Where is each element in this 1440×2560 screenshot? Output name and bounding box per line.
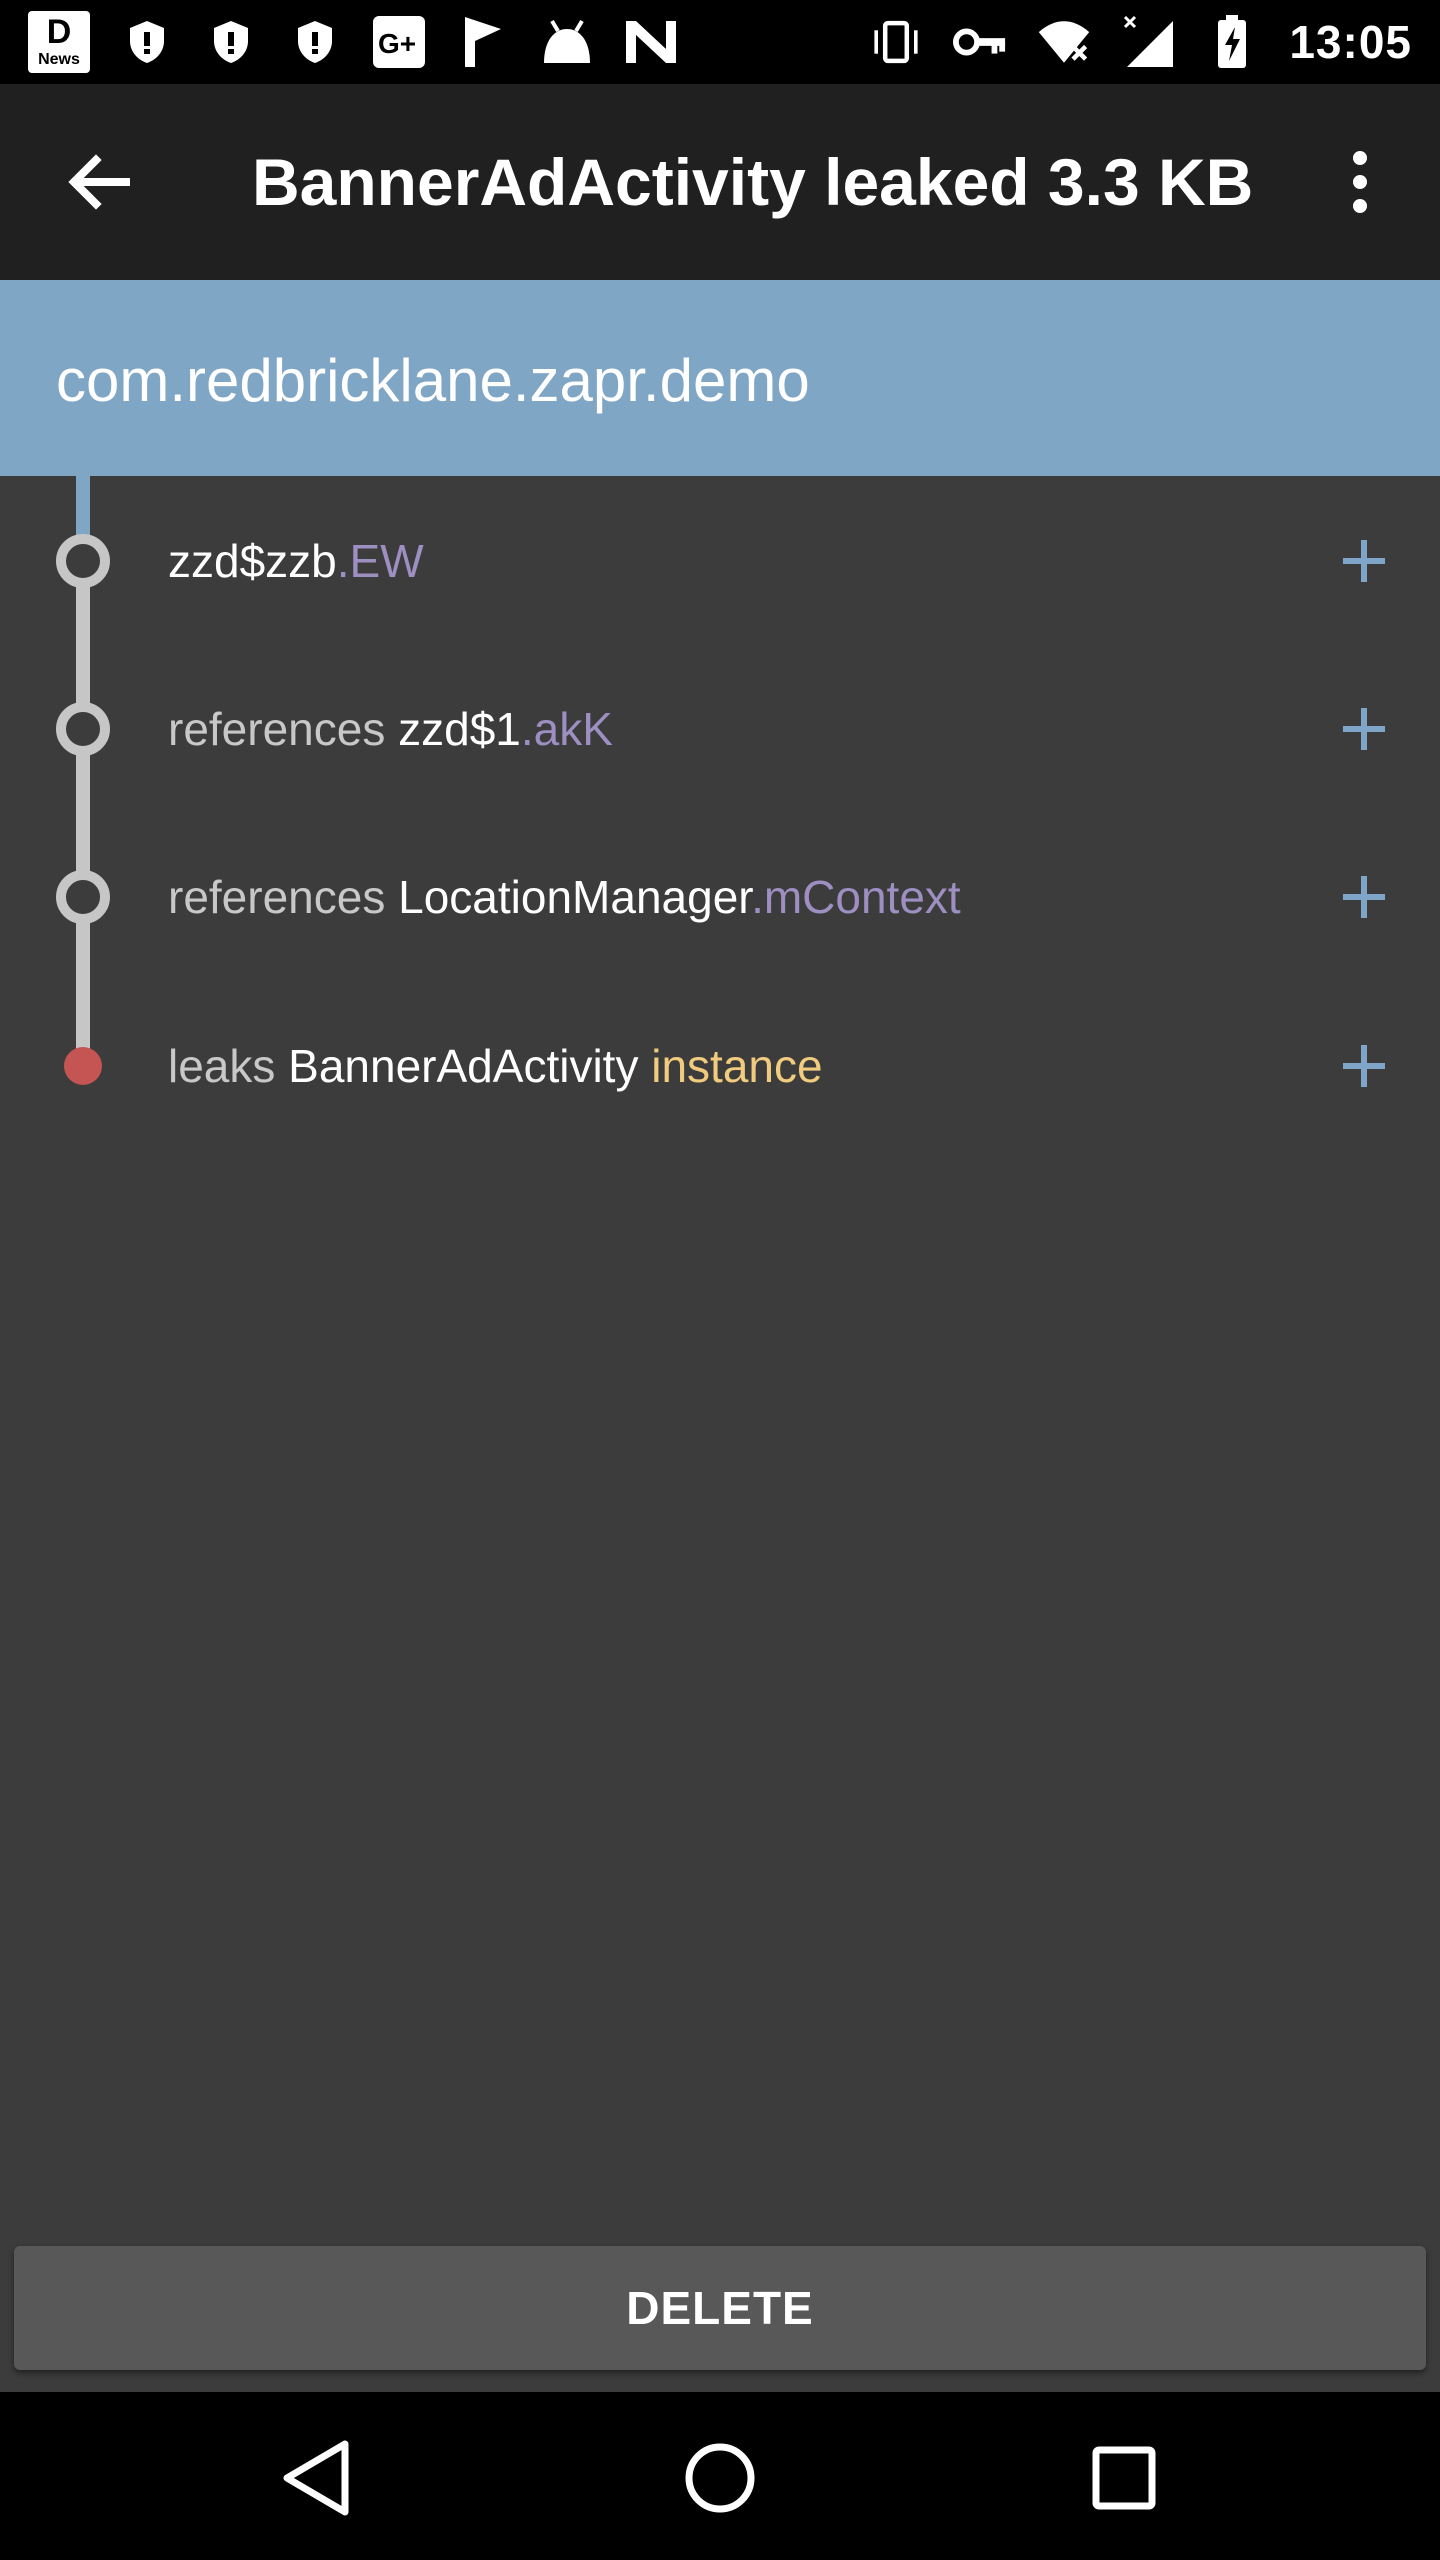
- svg-text:G+: G+: [378, 28, 416, 59]
- row-prefix: leaks: [168, 1040, 289, 1092]
- page-title: BannerAdActivity leaked 3.3 KB: [252, 145, 1254, 219]
- overflow-menu-button[interactable]: [1330, 142, 1390, 222]
- nav-home-button[interactable]: [670, 2428, 770, 2528]
- row-class: BannerAdActivity: [288, 1040, 639, 1092]
- delete-button[interactable]: DELETE: [14, 2246, 1426, 2370]
- plus-icon: [1343, 540, 1385, 582]
- nav-back-icon: [283, 2440, 349, 2516]
- leak-detail-screen: D News G+ 13:05 BannerAdActivity leaked …: [0, 0, 1440, 2560]
- system-status-icons: 13:05: [869, 15, 1412, 69]
- vibrate-icon: [869, 15, 923, 69]
- expand-button[interactable]: [1336, 1038, 1392, 1094]
- leak-trace-list: zzd$zzb.EW references zzd$1.akK referenc…: [0, 476, 1440, 1116]
- expand-button[interactable]: [1336, 869, 1392, 925]
- status-bar: D News G+ 13:05: [0, 0, 1440, 84]
- google-plus-icon: G+: [372, 15, 426, 69]
- row-class: zzd$zzb: [168, 535, 337, 587]
- row-field: .EW: [336, 535, 424, 587]
- app-toolbar: BannerAdActivity leaked 3.3 KB: [0, 84, 1440, 280]
- news-icon: D News: [28, 11, 90, 73]
- navigation-bar: [0, 2392, 1440, 2560]
- notification-icons: D News G+: [28, 11, 678, 73]
- trace-row-4[interactable]: leaks BannerAdActivity instance: [168, 1026, 1268, 1106]
- back-button[interactable]: [58, 142, 138, 222]
- trace-node-icon: [56, 534, 110, 588]
- trace-rail: [76, 560, 90, 1060]
- more-vert-icon: [1353, 151, 1367, 213]
- flag-icon: [456, 15, 510, 69]
- plus-icon: [1343, 708, 1385, 750]
- plus-icon: [1343, 1045, 1385, 1087]
- nav-back-button[interactable]: [266, 2428, 366, 2528]
- expand-button[interactable]: [1336, 533, 1392, 589]
- nav-recents-icon: [1092, 2446, 1156, 2510]
- trace-row-1[interactable]: zzd$zzb.EW: [168, 521, 1268, 601]
- wifi-icon: [1037, 15, 1091, 69]
- trace-row-3[interactable]: references LocationManager.mContext: [168, 857, 1268, 937]
- row-class: zzd$1: [398, 703, 521, 755]
- shield-icon: [288, 15, 342, 69]
- android-icon: [540, 15, 594, 69]
- row-class: LocationManager: [398, 871, 752, 923]
- clock: 13:05: [1289, 16, 1412, 68]
- signal-icon: [1121, 15, 1175, 69]
- n-icon: [624, 15, 678, 69]
- plus-icon: [1343, 876, 1385, 918]
- row-suffix: instance: [638, 1040, 823, 1092]
- nav-recents-button[interactable]: [1074, 2428, 1174, 2528]
- trace-node-icon: [56, 702, 110, 756]
- row-prefix: references: [168, 871, 399, 923]
- shield-icon: [204, 15, 258, 69]
- battery-charging-icon: [1205, 15, 1259, 69]
- row-field: .akK: [520, 703, 613, 755]
- delete-button-label: DELETE: [626, 2282, 814, 2334]
- row-field: .mContext: [751, 871, 961, 923]
- leak-node-icon: [64, 1047, 102, 1085]
- row-prefix: references: [168, 703, 399, 755]
- arrow-back-icon: [68, 154, 130, 210]
- package-name: com.redbricklane.zapr.demo: [56, 347, 810, 414]
- trace-row-2[interactable]: references zzd$1.akK: [168, 689, 1268, 769]
- shield-icon: [120, 15, 174, 69]
- nav-home-icon: [685, 2443, 755, 2513]
- expand-button[interactable]: [1336, 701, 1392, 757]
- trace-node-icon: [56, 870, 110, 924]
- key-icon: [953, 15, 1007, 69]
- package-header: com.redbricklane.zapr.demo: [0, 280, 1440, 476]
